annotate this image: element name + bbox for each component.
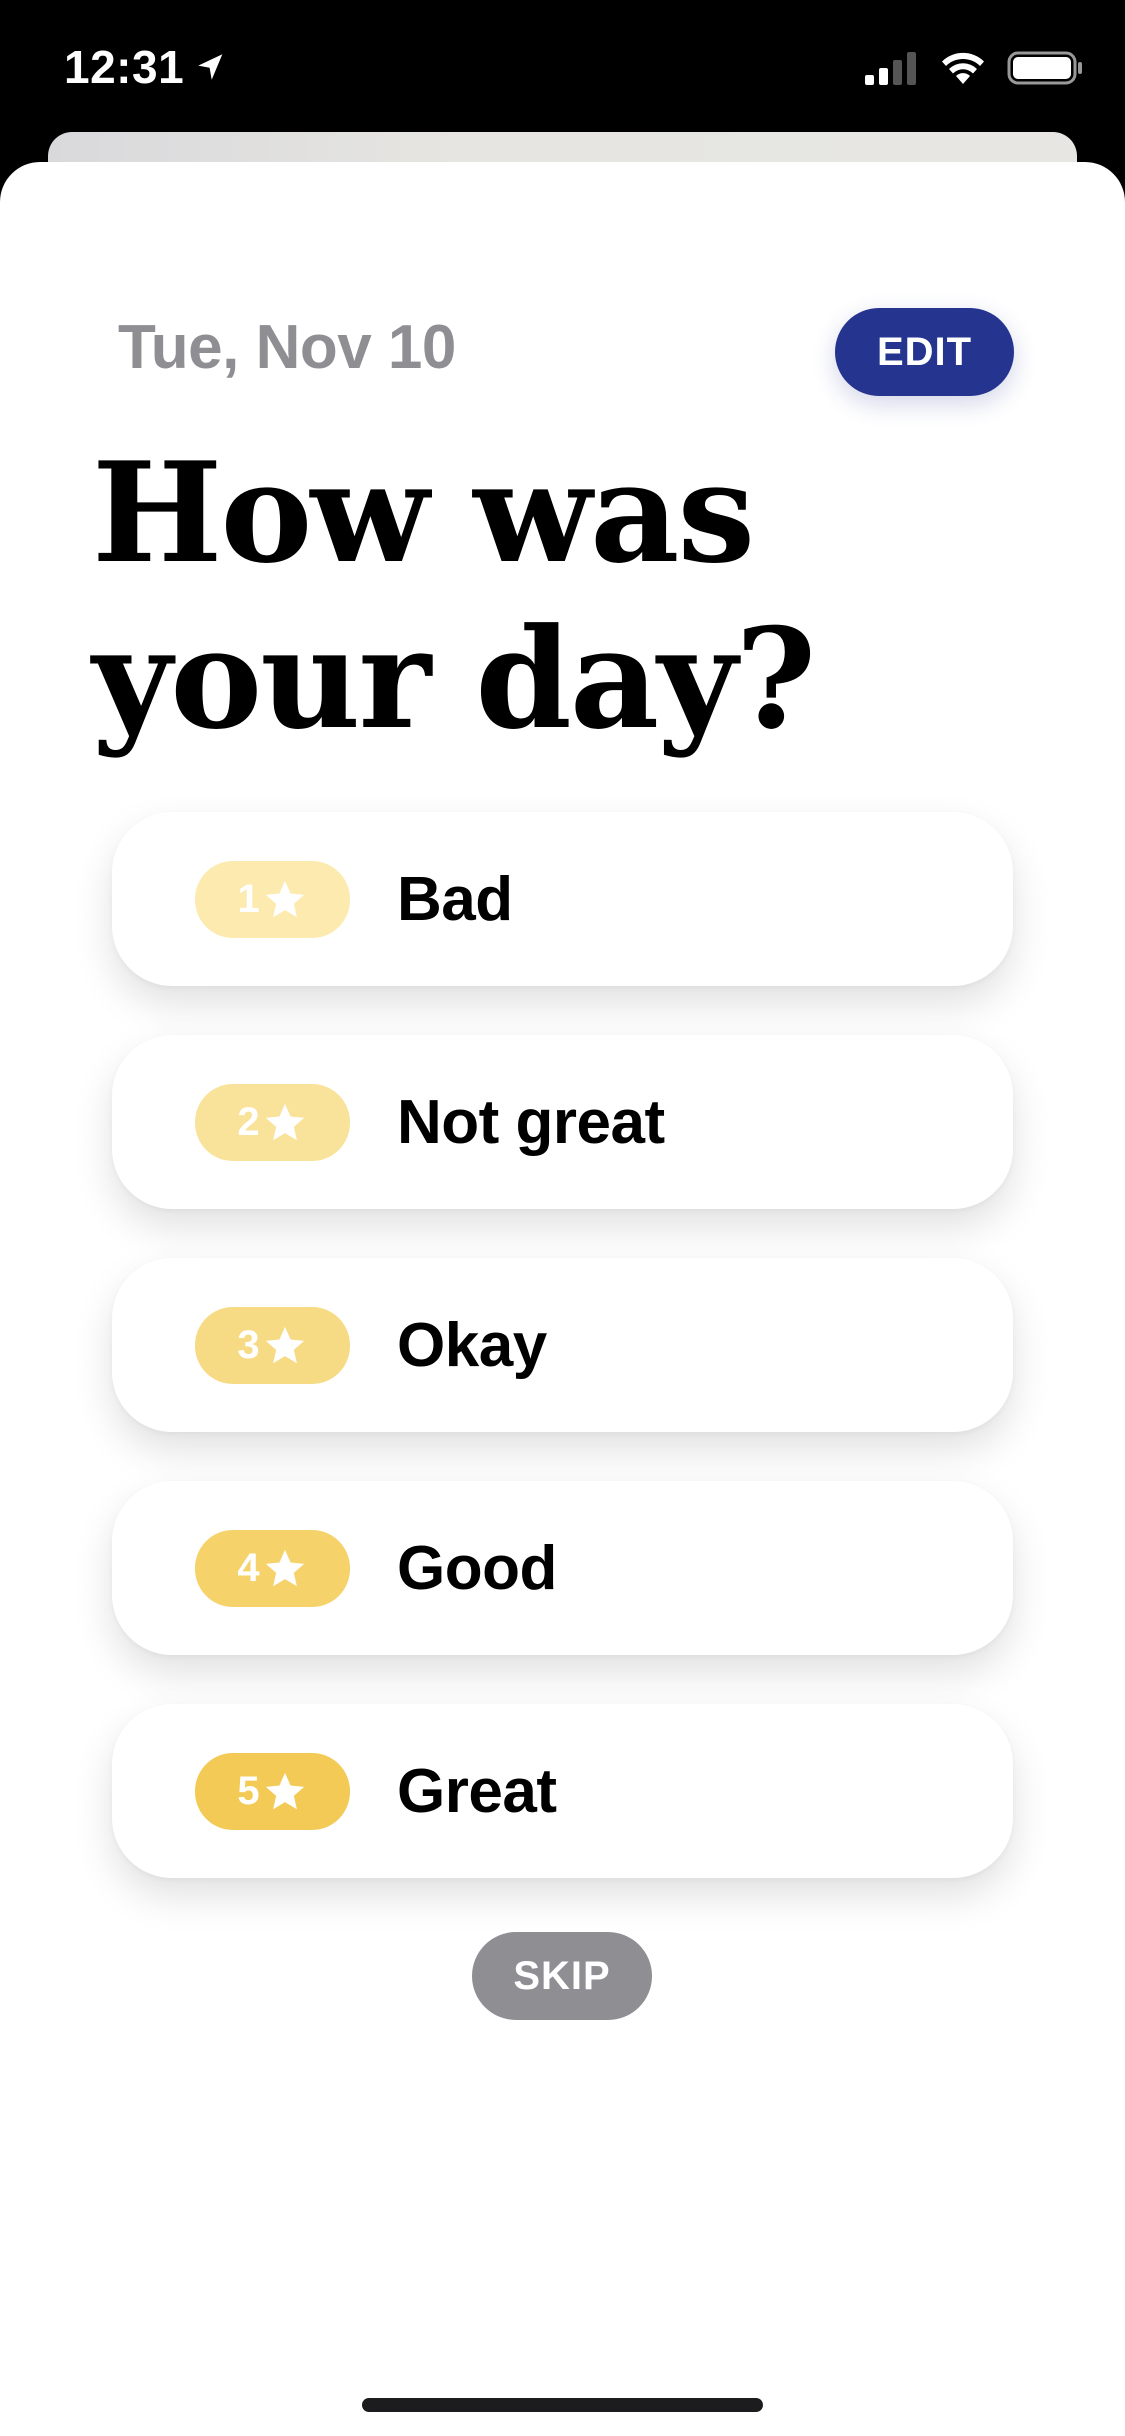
page-title-line-2: your day? (92, 597, 816, 760)
star-icon (265, 880, 304, 917)
rating-sheet: Tue, Nov 10 EDIT How was your day? 1 Bad… (0, 162, 1125, 2436)
edit-button[interactable]: EDIT (835, 308, 1014, 396)
rating-number: 4 (237, 1546, 260, 1590)
battery-icon (1007, 51, 1082, 85)
status-bar: 12:31 (0, 0, 1125, 140)
home-indicator[interactable] (362, 2398, 763, 2412)
rating-option-okay[interactable]: 3 Okay (112, 1258, 1013, 1432)
rating-badge: 3 (195, 1307, 350, 1384)
location-arrow-icon (198, 54, 223, 80)
rating-badge: 2 (195, 1084, 350, 1161)
rating-option-label: Bad (397, 864, 513, 934)
star-icon (265, 1549, 304, 1586)
status-icons (863, 50, 1085, 86)
date-label: Tue, Nov 10 (118, 313, 456, 382)
rating-option-label: Good (397, 1533, 557, 1603)
rating-options-list: 1 Bad 2 Not great 3 Okay 4 Good 5 Great (112, 812, 1013, 1927)
rating-option-label: Okay (397, 1310, 547, 1380)
status-time-text: 12:31 (64, 41, 185, 93)
star-icon (265, 1103, 304, 1140)
rating-option-label: Great (397, 1756, 557, 1826)
cellular-signal-icon (865, 52, 916, 85)
rating-option-good[interactable]: 4 Good (112, 1481, 1013, 1655)
rating-number: 1 (237, 877, 260, 921)
page-title-line-1: How was (92, 431, 755, 594)
rating-badge: 5 (195, 1753, 350, 1830)
rating-number: 5 (237, 1769, 260, 1813)
rating-badge: 4 (195, 1530, 350, 1607)
page-title: How was your day? (92, 430, 892, 762)
rating-option-bad[interactable]: 1 Bad (112, 812, 1013, 986)
rating-option-great[interactable]: 5 Great (112, 1704, 1013, 1878)
rating-option-label: Not great (397, 1087, 665, 1157)
status-time: 12:31 (64, 40, 228, 94)
star-icon (265, 1772, 304, 1809)
rating-number: 3 (237, 1323, 260, 1367)
skip-button[interactable]: SKIP (472, 1932, 652, 2020)
rating-badge: 1 (195, 861, 350, 938)
rating-number: 2 (237, 1100, 260, 1144)
rating-option-not-great[interactable]: 2 Not great (112, 1035, 1013, 1209)
star-icon (265, 1326, 304, 1363)
wifi-icon (942, 52, 984, 84)
